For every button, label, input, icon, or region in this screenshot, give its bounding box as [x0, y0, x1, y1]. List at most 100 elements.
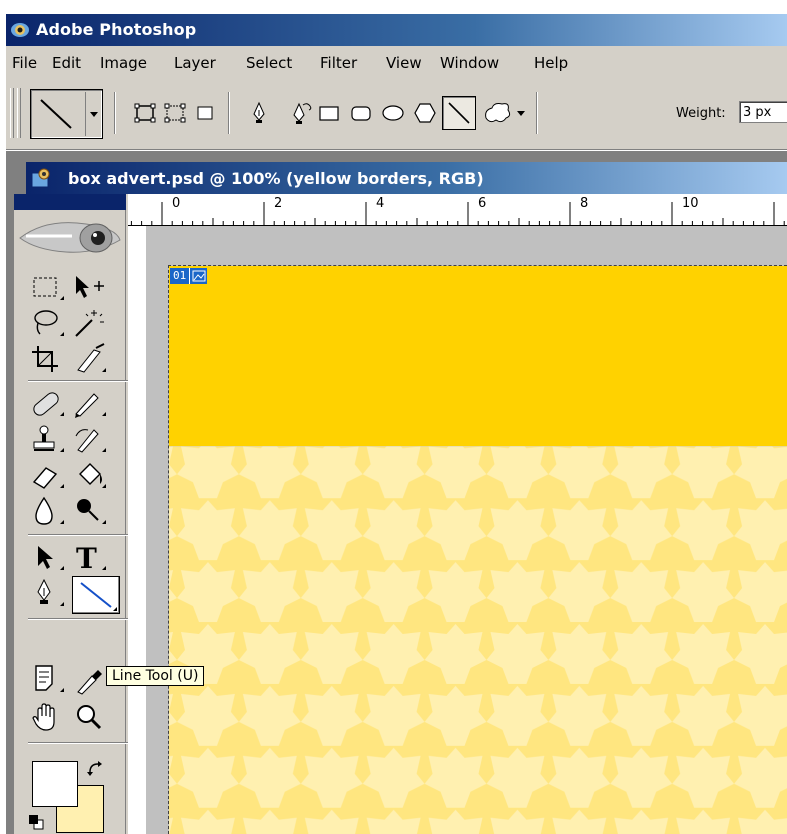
options-bar: Weight: [6, 80, 787, 150]
bandage-icon [33, 392, 64, 416]
dodge-tool[interactable] [70, 494, 112, 530]
swap-colors-icon[interactable] [86, 760, 104, 778]
freeform-pen-button[interactable] [288, 100, 314, 126]
menu-edit[interactable]: Edit [52, 54, 81, 72]
menu-select[interactable]: Select [246, 54, 292, 72]
freeform-pen-icon [293, 102, 312, 124]
document-title-bar[interactable]: box advert.psd @ 100% (yellow borders, R… [26, 162, 787, 194]
toolbox: T [14, 194, 128, 834]
crop-tool[interactable] [28, 342, 70, 378]
ruler-label: 6 [478, 196, 487, 211]
marquee-tool[interactable] [28, 270, 70, 306]
magic-wand-tool[interactable] [70, 306, 112, 342]
type-tool[interactable]: T [70, 540, 112, 576]
chevron-down-icon [517, 111, 525, 116]
custom-shape-button[interactable] [480, 98, 514, 128]
hand-icon [32, 703, 55, 731]
options-grip[interactable] [10, 88, 14, 138]
paint-bucket-tool[interactable] [70, 458, 112, 494]
blur-tool[interactable] [28, 494, 70, 530]
menu-layer[interactable]: Layer [174, 54, 216, 72]
notes-icon [35, 665, 64, 692]
dodge-icon [77, 499, 106, 524]
options-grip-2 [17, 88, 21, 138]
line-tool[interactable] [72, 576, 120, 614]
weight-input[interactable] [739, 101, 787, 123]
brush-tool[interactable] [70, 386, 112, 422]
photoshop-eye-icon [10, 20, 30, 40]
eraser-icon [32, 467, 64, 489]
weight-label: Weight: [676, 106, 726, 121]
rectangle-button[interactable] [316, 100, 342, 126]
fill-pixels-button[interactable] [192, 100, 218, 126]
pen-tool[interactable] [28, 576, 70, 612]
menu-bar: File Edit Image Layer Select Filter View… [6, 46, 787, 80]
lasso-tool[interactable] [28, 306, 70, 342]
stamp-icon [33, 425, 64, 452]
polygon-button[interactable] [412, 100, 438, 126]
notes-tool[interactable] [28, 662, 70, 698]
toolbox-header[interactable] [14, 194, 126, 210]
shape-layers-icon [134, 103, 156, 123]
separator [228, 92, 230, 134]
ruler-label: 4 [376, 196, 385, 211]
default-colors-icon[interactable] [28, 814, 44, 830]
ruler-label: 8 [580, 196, 589, 211]
rounded-rectangle-button[interactable] [348, 100, 374, 126]
clone-stamp-tool[interactable] [28, 422, 70, 458]
slice-image-icon [189, 268, 208, 284]
ruler-label: 0 [172, 196, 181, 211]
tool-preset-picker[interactable] [30, 89, 103, 139]
menu-window[interactable]: Window [440, 54, 499, 72]
horizontal-ruler[interactable]: 0 2 4 6 8 10 [128, 194, 787, 226]
paths-button[interactable] [162, 100, 188, 126]
canvas[interactable] [168, 265, 787, 834]
polygon-icon [414, 103, 436, 123]
app-title: Adobe Photoshop [36, 20, 197, 39]
custom-shape-icon [485, 103, 511, 123]
slice-badge[interactable]: 01 [170, 268, 208, 284]
pen-nib-icon [37, 578, 64, 606]
zoom-tool[interactable] [70, 700, 112, 736]
line-button[interactable] [442, 96, 476, 130]
shape-layers-button[interactable] [132, 100, 158, 126]
ruler-label: 10 [682, 196, 699, 211]
menu-image[interactable]: Image [100, 54, 147, 72]
crop-icon [32, 346, 58, 372]
ellipse-icon [382, 105, 404, 121]
move-tool[interactable] [70, 270, 112, 306]
line-icon [448, 102, 470, 124]
healing-brush-tool[interactable] [28, 386, 70, 422]
menu-filter[interactable]: Filter [320, 54, 357, 72]
lasso-icon [34, 310, 64, 336]
toolbox-divider [28, 742, 128, 744]
toolbox-divider [28, 618, 128, 620]
water-drop-icon [35, 496, 64, 525]
magic-wand-icon [75, 310, 104, 337]
star-pattern-layer [169, 446, 787, 834]
path-selection-tool[interactable] [28, 540, 70, 576]
rectangular-marquee-icon [33, 277, 64, 300]
svg-text:T: T [76, 542, 97, 575]
slice-tool[interactable] [70, 342, 112, 378]
separator [114, 92, 116, 134]
custom-shape-dropdown[interactable] [514, 100, 528, 126]
yellow-border-layer [169, 266, 787, 446]
paint-bucket-icon [79, 463, 106, 488]
hand-tool[interactable] [28, 700, 70, 736]
menu-view[interactable]: View [386, 54, 422, 72]
toolbox-eye-logo-icon[interactable] [16, 214, 124, 258]
pen-button[interactable] [246, 100, 272, 126]
preset-dropdown-button[interactable] [85, 92, 101, 136]
vertical-ruler[interactable] [128, 226, 146, 834]
pen-icon [253, 101, 265, 123]
title-bar: Adobe Photoshop [6, 14, 787, 46]
ellipse-button[interactable] [380, 100, 406, 126]
menu-help[interactable]: Help [534, 54, 568, 72]
document-title: box advert.psd @ 100% (yellow borders, R… [68, 169, 484, 188]
history-brush-tool[interactable] [70, 422, 112, 458]
menu-file[interactable]: File [12, 54, 37, 72]
foreground-color-swatch[interactable] [32, 761, 78, 807]
eraser-tool[interactable] [28, 458, 70, 494]
pencil-icon [75, 393, 106, 418]
